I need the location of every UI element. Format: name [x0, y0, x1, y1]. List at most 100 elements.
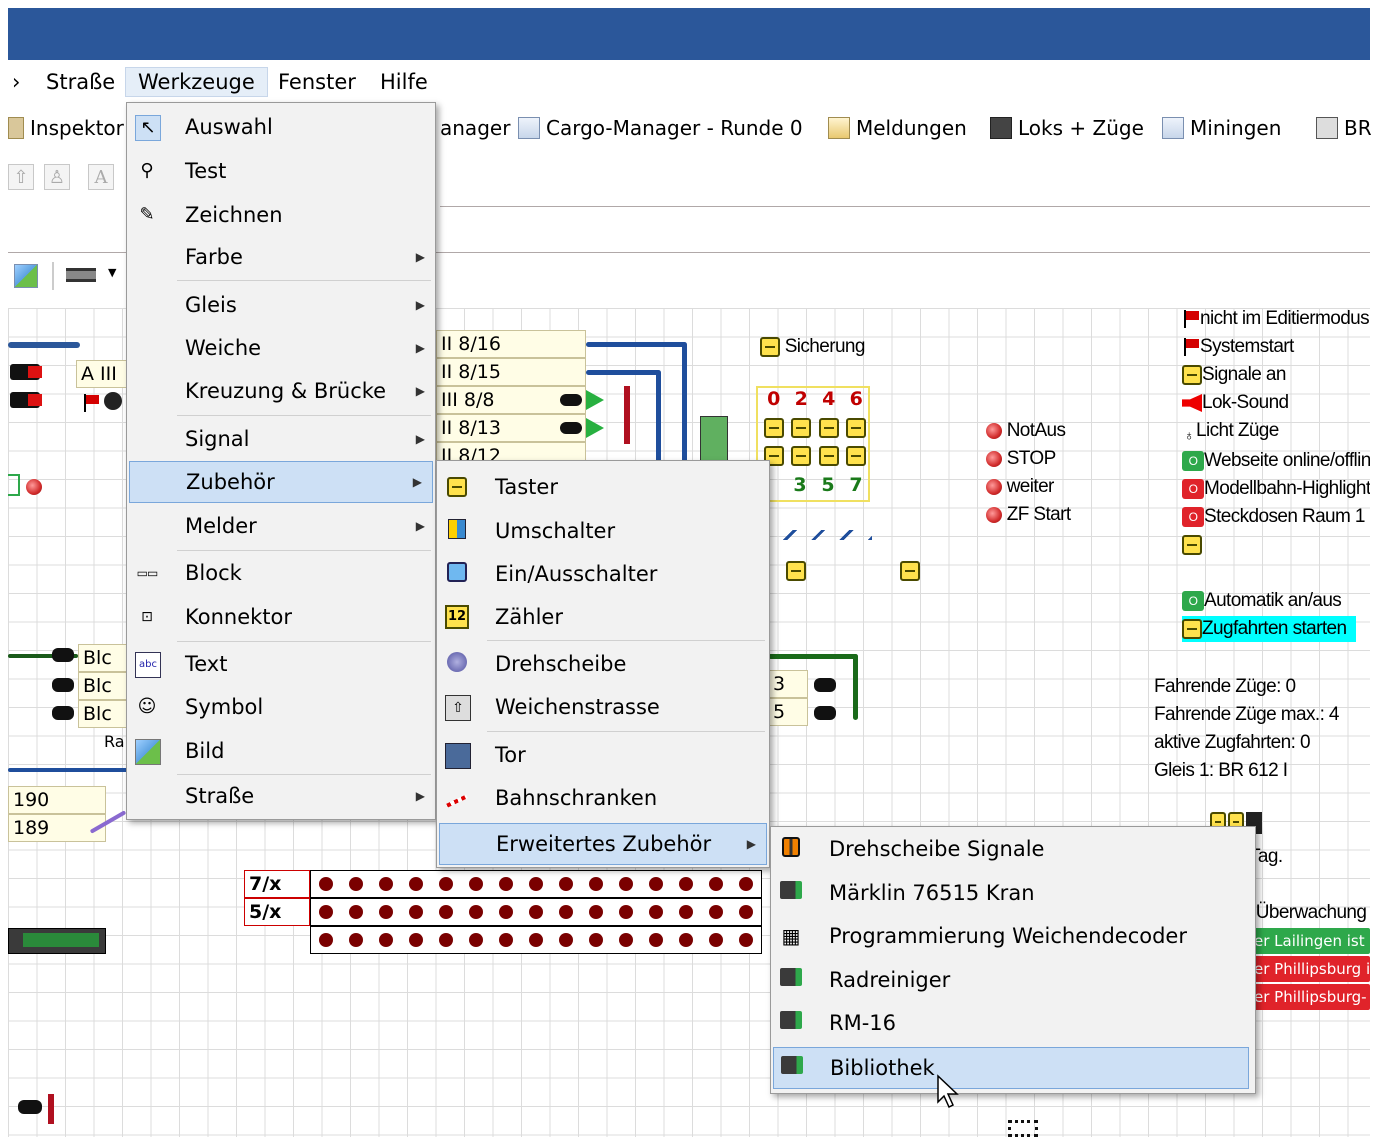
menu-taster[interactable]: Taster [437, 467, 769, 507]
menu-melder[interactable]: Melder ▶ [127, 506, 435, 546]
menu-umschalter[interactable]: Umschalter [437, 511, 769, 551]
automatik-button[interactable]: O Automatik an/aus [1182, 588, 1342, 614]
menu-drehscheibe-signale[interactable]: Drehscheibe Signale [771, 829, 1255, 869]
menu-weichendecoder[interactable]: ▦ Programmierung Weichendecoder [771, 916, 1255, 956]
button-row-2[interactable] [760, 446, 870, 466]
block-cell[interactable]: 3 [768, 670, 808, 698]
menu-strasse-sub[interactable]: Straße ▶ [127, 776, 435, 816]
track-cell[interactable]: 190 [8, 786, 106, 814]
menu-zaehler[interactable]: 12 Zähler [437, 597, 769, 637]
menu-zeichnen[interactable]: ✎ Zeichnen [127, 195, 435, 235]
menu-bild[interactable]: Bild [127, 731, 435, 771]
menu-bibliothek[interactable]: Bibliothek [773, 1047, 1249, 1089]
menu-radreiniger[interactable]: Radreiniger [771, 960, 1255, 1000]
connector-icon: ⊡ [141, 609, 153, 625]
loks-zuege-button[interactable]: Loks + Züge [990, 114, 1144, 142]
zf-start-button[interactable]: ZF Start [986, 502, 1071, 528]
button-icon[interactable] [1182, 532, 1202, 558]
dropdown-arrow-icon[interactable]: ▼ [108, 266, 116, 279]
steckdosen-button[interactable]: O Steckdosen Raum 1 [1182, 504, 1366, 530]
menu-ein-ausschalter[interactable]: Ein/Ausschalter [437, 554, 769, 594]
button-icon[interactable] [900, 560, 920, 581]
red-button-icon[interactable] [26, 476, 42, 495]
menu-werkzeuge[interactable]: Werkzeuge [125, 67, 268, 97]
chart-icon [518, 117, 540, 139]
menu-kreuzung[interactable]: Kreuzung & Brücke ▶ [127, 371, 435, 411]
track-line [768, 654, 858, 659]
webseite-button[interactable]: O Webseite online/offline [1182, 448, 1370, 474]
br-button[interactable]: BR [1316, 114, 1372, 142]
menu-item-partial[interactable]: › [0, 68, 32, 96]
menu-weiche[interactable]: Weiche ▶ [127, 328, 435, 368]
manager-button[interactable]: anager [440, 114, 510, 142]
menu-erweitertes-zubehoer[interactable]: Erweitertes Zubehör ▶ [439, 823, 767, 865]
image-icon[interactable] [14, 264, 38, 288]
station-icon [1162, 117, 1184, 139]
menu-rm16[interactable]: RM-16 [771, 1003, 1255, 1043]
menu-hilfe[interactable]: Hilfe [368, 68, 440, 96]
button-row[interactable] [760, 418, 870, 438]
meldungen-button[interactable]: Meldungen [828, 114, 967, 142]
block-cell[interactable]: Blc [78, 644, 128, 672]
up-icon[interactable]: ⇧ [8, 164, 34, 190]
track-cell[interactable]: II 8/15 [436, 358, 586, 386]
button-icon[interactable] [786, 560, 806, 581]
connector-shape [1008, 1120, 1038, 1137]
menu-text[interactable]: abc Text [127, 644, 435, 684]
toolbar-separator [440, 206, 1370, 207]
menu-tor[interactable]: Tor [437, 735, 769, 775]
menu-test[interactable]: ⚲ Test [127, 151, 435, 191]
block-cell[interactable]: Blc [78, 700, 128, 728]
notaus-button[interactable]: NotAus [986, 418, 1066, 444]
zugfahrten-button[interactable]: Zugfahrten starten [1182, 616, 1357, 642]
onoff-icon [445, 562, 469, 586]
green-signal-icon [586, 390, 604, 410]
switch-icon [445, 519, 469, 543]
line-style-icon[interactable] [66, 268, 96, 282]
block-cell[interactable]: 5 [768, 698, 808, 726]
sicherung-label[interactable]: Sicherung [760, 334, 865, 360]
track-cell[interactable]: II 8/16 [436, 330, 586, 358]
highlight-button[interactable]: O Modellbahn-Highlight [1182, 476, 1370, 502]
gate-icon [445, 743, 471, 769]
inspektor-button[interactable]: Inspektor [8, 114, 124, 142]
toolbar-divider [52, 262, 54, 290]
counter-label[interactable]: 7/x [244, 870, 310, 898]
menu-zubehoer[interactable]: Zubehör ▶ [129, 461, 433, 503]
loco-icon [990, 117, 1012, 139]
menu-konnektor[interactable]: ⊡ Konnektor [127, 597, 435, 637]
menu-bahnschranken[interactable]: Bahnschranken [437, 778, 769, 818]
counter-label[interactable]: 5/x [244, 898, 310, 926]
menu-separator [487, 640, 765, 641]
menu-fenster[interactable]: Fenster [266, 68, 368, 96]
menu-kran[interactable]: Märklin 76515 Kran [771, 873, 1255, 913]
lok-sound-button[interactable]: Lok-Sound [1182, 390, 1289, 416]
block-a[interactable]: A III [76, 360, 128, 388]
licht-zuege-button[interactable]: ♁ Licht Züge [1182, 418, 1279, 444]
signale-an-button[interactable]: Signale an [1182, 362, 1286, 388]
block-cell[interactable]: Blc [78, 672, 128, 700]
menu-signal[interactable]: Signal ▶ [127, 419, 435, 459]
cargo-manager-button[interactable]: Cargo-Manager - Runde 0 [518, 114, 803, 142]
person-icon[interactable]: ♙ [44, 164, 70, 190]
font-icon[interactable]: A [88, 164, 114, 190]
menu-auswahl[interactable]: ↖ Auswahl [127, 107, 435, 147]
red-bar-icon [624, 386, 630, 414]
ra-label: Ra [104, 732, 125, 751]
menu-gleis[interactable]: Gleis ▶ [127, 285, 435, 325]
status-row-red: er Phillipsburg i [1250, 956, 1370, 982]
menu-separator [177, 550, 431, 551]
systemstart-indicator[interactable]: Systemstart [1182, 334, 1294, 360]
miningen-button[interactable]: Miningen [1162, 114, 1281, 142]
menu-weichenstrasse[interactable]: ⇧ Weichenstrasse [437, 687, 769, 727]
weiter-button[interactable]: weiter [986, 474, 1054, 500]
menu-drehscheibe[interactable]: Drehscheibe [437, 644, 769, 684]
menu-farbe[interactable]: Farbe ▶ [127, 237, 435, 277]
menu-strasse[interactable]: Straße [34, 68, 127, 96]
stop-button[interactable]: STOP [986, 446, 1056, 472]
menu-symbol[interactable]: ☺ Symbol [127, 687, 435, 727]
mouse-cursor-icon [937, 1074, 959, 1109]
editmode-indicator[interactable]: nicht im Editiermodus [1182, 308, 1370, 332]
led-row [310, 870, 762, 898]
menu-block[interactable]: ▭▭ Block [127, 553, 435, 593]
